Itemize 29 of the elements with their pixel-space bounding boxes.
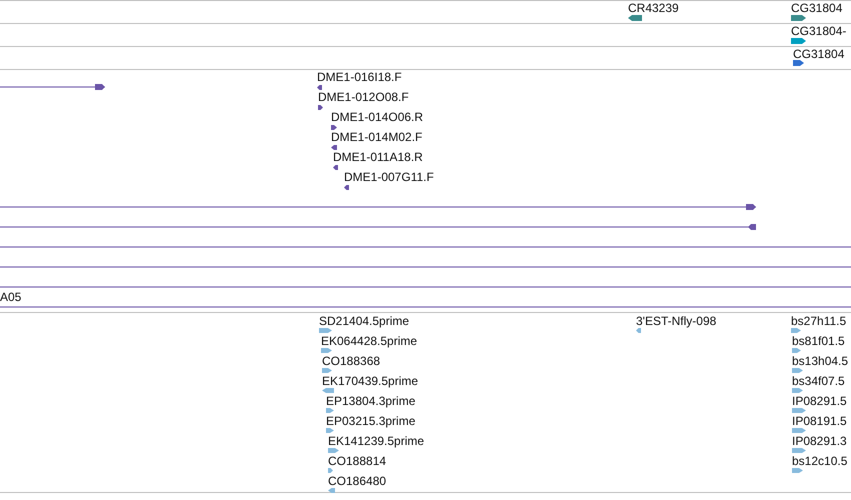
feature-label: DME1-011A18.R xyxy=(333,150,423,164)
feature-label: IP08291.5 xyxy=(792,394,847,408)
feature-label: bs81f01.5 xyxy=(792,334,845,348)
feature-label: CO188368 xyxy=(322,354,380,368)
feature-label: bs12c10.5 xyxy=(792,454,848,468)
feature-label: CG31804- xyxy=(791,24,846,38)
feature-label: DME1-012O08.F xyxy=(318,90,409,104)
feature-label: CG31804 xyxy=(791,1,842,15)
feature-label: EK170439.5prime xyxy=(322,374,418,388)
feature-label: bs34f07.5 xyxy=(792,374,845,388)
feature-label: bs13h04.5 xyxy=(792,354,848,368)
feature-label: A05 xyxy=(0,290,22,304)
feature-label: CO186480 xyxy=(328,474,386,488)
feature-label: IP08191.5 xyxy=(792,414,847,428)
feature-label: DME1-016I18.F xyxy=(317,70,402,84)
feature-label: bs27h11.5 xyxy=(791,314,846,328)
feature-label: CR43239 xyxy=(628,1,679,15)
feature-label: CG31804 xyxy=(793,47,844,61)
feature-label: DME1-007G11.F xyxy=(344,170,434,184)
feature-label: DME1-014M02.F xyxy=(331,130,422,144)
feature-label: EP03215.3prime xyxy=(326,414,416,428)
feature-label: EK141239.5prime xyxy=(328,434,424,448)
feature-label: SD21404.5prime xyxy=(319,314,410,328)
feature-label: EK064428.5prime xyxy=(321,334,418,348)
feature-label: DME1-014O06.R xyxy=(331,110,424,124)
feature-label: CO188814 xyxy=(328,454,386,468)
feature-label: EP13804.3prime xyxy=(326,394,416,408)
feature-label: 3'EST-Nfly-098 xyxy=(636,314,716,328)
feature-label: IP08291.3 xyxy=(792,434,847,448)
